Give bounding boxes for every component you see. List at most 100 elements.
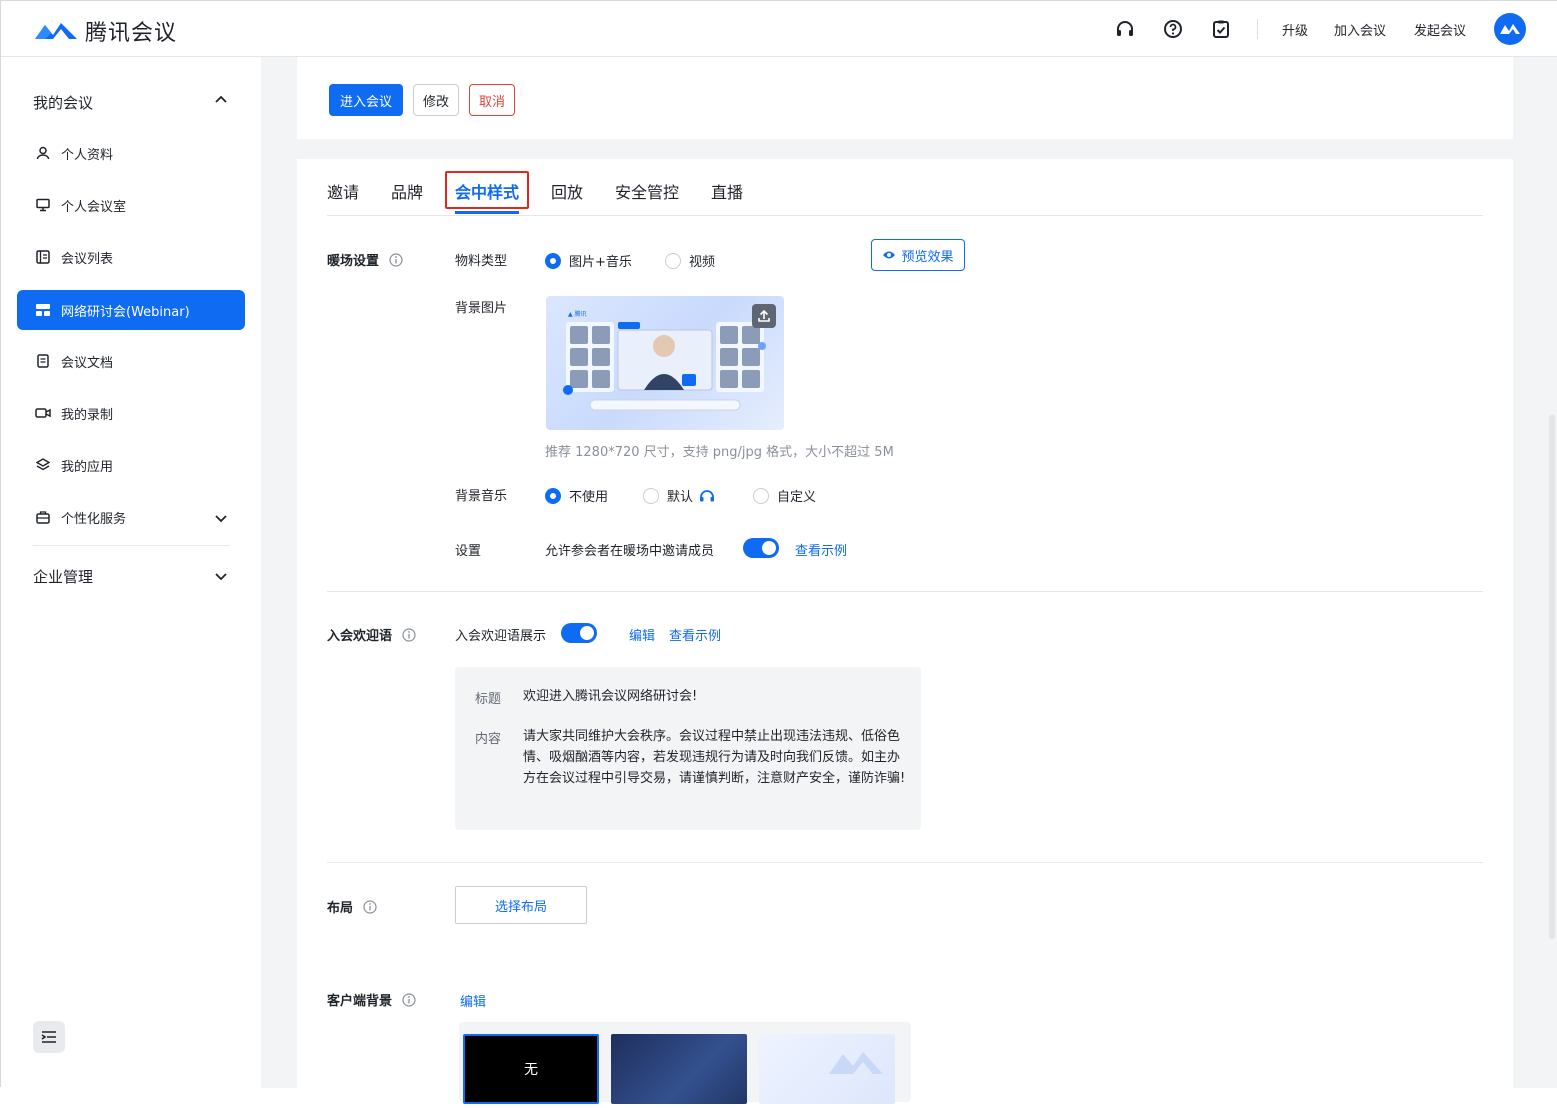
info-icon[interactable]	[389, 252, 403, 267]
radio-label: 不使用	[569, 490, 609, 505]
chevron-up-icon[interactable]	[213, 92, 229, 108]
sidebar-item-label: 我的录制	[61, 407, 114, 423]
view-example-link[interactable]: 查看示例	[795, 540, 847, 559]
join-meeting-link[interactable]: 加入会议	[1334, 20, 1386, 39]
client-bg-thumbnails: 无	[459, 1022, 911, 1104]
topbar-divider	[1257, 19, 1258, 39]
avatar[interactable]	[1494, 13, 1526, 45]
scrollbar[interactable]	[1549, 415, 1555, 939]
video-icon	[35, 405, 51, 421]
edit-button[interactable]: 修改	[413, 84, 459, 116]
info-icon[interactable]	[402, 627, 416, 642]
radio-label: 自定义	[777, 490, 817, 505]
meeting-illustration-image: ▲ 腾讯	[563, 310, 766, 411]
start-meeting-link[interactable]: 发起会议	[1414, 20, 1466, 39]
warmup-section-title: 暖场设置	[327, 250, 403, 269]
action-card: 进入会议 修改 取消	[297, 57, 1513, 139]
radio-dot	[753, 487, 769, 504]
welcome-subject-value: 欢迎进入腾讯会议网络研讨会!	[523, 689, 698, 704]
sidebar-item-webinar[interactable]: 网络研讨会(Webinar)	[17, 290, 245, 330]
radio-music-default[interactable]: 默认	[643, 486, 715, 505]
settings-label: 设置	[455, 544, 482, 559]
allow-invite-label: 允许参会者在暖场中邀请成员	[545, 544, 715, 559]
sidebar-group-my-meetings[interactable]: 我的会议	[33, 92, 93, 113]
layers-icon	[35, 457, 51, 473]
info-icon[interactable]	[363, 899, 377, 914]
avatar-logo-icon	[1500, 24, 1520, 34]
welcome-view-example-link[interactable]: 查看示例	[669, 625, 721, 644]
headset-icon[interactable]	[1114, 18, 1136, 40]
tab-security[interactable]: 安全管控	[615, 179, 679, 203]
welcome-content-key: 内容	[475, 732, 502, 747]
allow-invite-toggle[interactable]	[743, 538, 779, 558]
tab-playback[interactable]: 回放	[551, 179, 583, 203]
clipboard-check-icon[interactable]	[1210, 18, 1232, 40]
radio-video[interactable]: 视频	[665, 251, 715, 270]
section-divider	[327, 862, 1483, 863]
radio-image-music[interactable]: 图片+音乐	[545, 251, 632, 270]
menu-collapse-icon	[41, 1031, 56, 1043]
info-icon[interactable]	[402, 992, 416, 1007]
upgrade-link[interactable]: 升级	[1282, 20, 1308, 39]
sidebar-item-label: 我的应用	[61, 459, 114, 475]
radio-music-custom[interactable]: 自定义	[753, 486, 816, 505]
radio-dot	[665, 252, 681, 269]
tencent-meeting-logo-icon	[35, 23, 77, 39]
chevron-down-icon[interactable]	[213, 568, 229, 584]
radio-dot	[545, 252, 561, 269]
svg-text:▲ 腾讯: ▲ 腾讯	[568, 310, 587, 318]
bg-image-thumbnail[interactable]: ▲ 腾讯	[546, 296, 784, 430]
main-content: 进入会议 修改 取消 邀请 品牌 会中样式 回放 安全管控 直播 暖场设置 物料…	[261, 57, 1557, 1104]
welcome-preview-box: 标题 欢迎进入腾讯会议网络研讨会! 内容 请大家共同维护大会秩序。会议过程中禁止…	[455, 667, 921, 830]
top-bar: 腾讯会议 升级 加入会议 发起会议	[1, 1, 1557, 57]
logo[interactable]: 腾讯会议	[33, 15, 177, 47]
sidebar-item-label: 会议文档	[61, 355, 114, 371]
chevron-down-icon[interactable]	[213, 510, 229, 526]
sidebar-item-apps[interactable]: 我的应用	[17, 445, 245, 485]
enter-meeting-button[interactable]: 进入会议	[329, 84, 403, 116]
sidebar-item-label: 个人资料	[61, 147, 114, 163]
welcome-edit-link[interactable]: 编辑	[629, 625, 655, 644]
tab-live[interactable]: 直播	[711, 179, 743, 203]
radio-label: 视频	[689, 255, 716, 270]
bg-image-label: 背景图片	[455, 301, 508, 316]
sidebar-item-personalized-service[interactable]: 个性化服务	[17, 497, 245, 537]
client-bg-edit-link[interactable]: 编辑	[460, 991, 486, 1010]
headphones-icon[interactable]	[699, 489, 715, 502]
welcome-show-toggle[interactable]	[561, 623, 597, 643]
sidebar-item-meeting-list[interactable]: 会议列表	[17, 237, 245, 277]
document-icon	[35, 353, 51, 369]
cancel-button[interactable]: 取消	[469, 84, 515, 116]
welcome-subject-key: 标题	[475, 692, 502, 707]
preview-effect-button[interactable]: 预览效果	[871, 239, 965, 271]
section-divider	[327, 591, 1483, 592]
sidebar-group-enterprise[interactable]: 企业管理	[33, 566, 93, 587]
sidebar-item-label: 个性化服务	[61, 511, 127, 527]
help-icon[interactable]	[1162, 18, 1184, 40]
sidebar-item-documents[interactable]: 会议文档	[17, 341, 245, 381]
sidebar-item-recordings[interactable]: 我的录制	[17, 393, 245, 433]
active-tab-indicator	[455, 211, 519, 214]
collapse-sidebar-button[interactable]	[33, 1021, 65, 1053]
user-icon	[35, 145, 51, 161]
radio-music-none[interactable]: 不使用	[545, 486, 608, 505]
tab-brand[interactable]: 品牌	[391, 179, 423, 203]
bg-option-none[interactable]: 无	[463, 1034, 599, 1104]
app-name: 腾讯会议	[85, 21, 178, 46]
list-icon	[35, 249, 51, 265]
sidebar-item-personal-room[interactable]: 个人会议室	[17, 185, 245, 225]
welcome-content-value: 请大家共同维护大会秩序。会议过程中禁止出现违法违规、低俗色情、吸烟酗酒等内容，若…	[523, 729, 906, 786]
preview-button-label: 预览效果	[901, 249, 954, 265]
tab-bar: 邀请 品牌 会中样式 回放 安全管控 直播	[327, 159, 1483, 216]
upload-icon[interactable]	[752, 304, 776, 328]
welcome-title-text: 入会欢迎语	[327, 629, 393, 644]
bg-option-light-blue[interactable]	[759, 1034, 895, 1104]
client-bg-section-title: 客户端背景	[327, 990, 416, 1009]
tab-invite[interactable]: 邀请	[327, 179, 359, 203]
watermark-logo-icon	[829, 1052, 883, 1074]
sidebar-item-profile[interactable]: 个人资料	[17, 133, 245, 173]
bg-option-none-label: 无	[524, 1062, 538, 1078]
bg-option-dark-blue[interactable]	[611, 1034, 747, 1104]
select-layout-button[interactable]: 选择布局	[455, 886, 587, 924]
welcome-section-title: 入会欢迎语	[327, 625, 416, 644]
